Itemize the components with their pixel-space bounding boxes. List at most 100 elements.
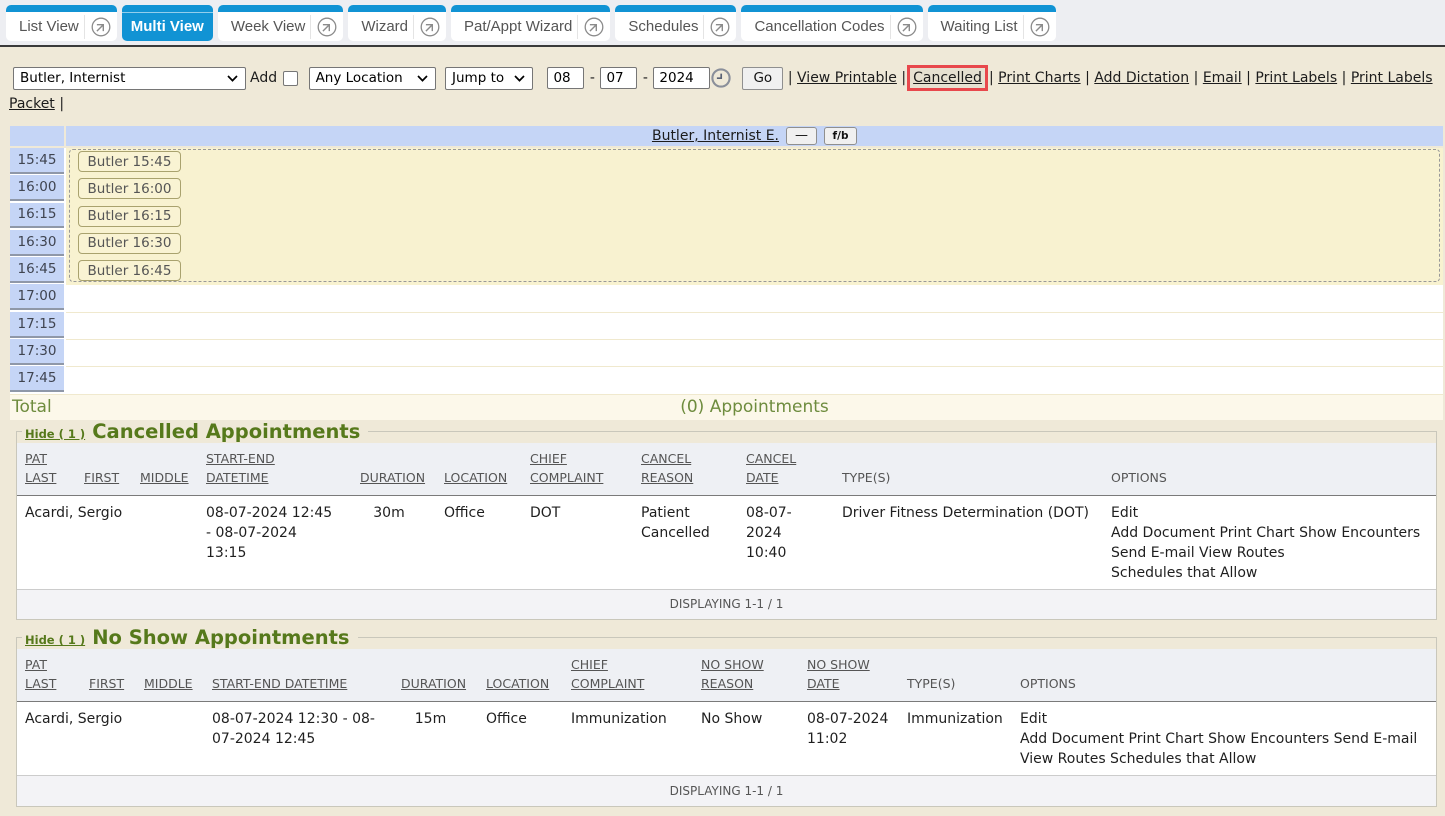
cell-noshow-date: 08-07-2024 11:02 [799,702,899,776]
add-checkbox[interactable] [283,71,298,86]
jump-to-select[interactable]: Jump to [445,67,533,90]
cell-duration: 15m [393,702,478,776]
open-in-new-window-icon[interactable] [1030,17,1050,37]
cell-noshow-reason: No Show [693,702,799,776]
clock-icon[interactable] [711,68,731,88]
sort-duration[interactable]: DURATION [360,470,425,485]
tab-cancellation-codes[interactable]: Cancellation Codes [741,5,922,41]
sort-middle[interactable]: MIDDLE [144,676,193,691]
sort-noshow-reason[interactable]: NO SHOW REASON [701,657,764,691]
open-in-new-window-icon[interactable] [897,17,917,37]
hide-noshow-link[interactable]: Hide ( 1 ) [25,633,85,647]
sort-datetime[interactable]: START-END DATETIME [212,676,347,691]
cell-cancel-date: 08-07- 2024 10:40 [738,495,834,589]
cancelled-displaying-label: DISPLAYING 1-1 / 1 [17,589,1436,619]
noshow-section-legend: Hide ( 1 ) No Show Appointments [22,626,358,649]
slot-button[interactable]: Butler 16:15 [78,206,181,227]
open-in-new-window-icon[interactable] [710,17,730,37]
location-select[interactable]: Any Location [309,67,436,90]
tab-week-view[interactable]: Week View [218,5,343,41]
slot-button[interactable]: Butler 16:30 [78,233,181,254]
slot-button[interactable]: Butler 16:00 [78,178,181,199]
sort-datetime[interactable]: START-END DATETIME [206,451,275,485]
chevron-down-icon [417,75,428,82]
sort-pat-last[interactable]: PAT LAST [25,451,56,485]
cell-datetime: 08-07-2024 12:45 - 08-07-2024 13:15 [198,495,352,589]
add-dictation-link[interactable]: Add Dictation [1094,70,1189,86]
noshow-section-title: No Show Appointments [92,626,349,649]
sort-first[interactable]: FIRST [84,470,119,485]
cell-types: Driver Fitness Determination (DOT) [834,495,1103,589]
sort-chief-complaint[interactable]: CHIEF COMPLAINT [530,451,603,485]
cancelled-link[interactable]: Cancelled [913,70,982,86]
sort-pat-last[interactable]: PAT LAST [25,657,56,691]
noshow-displaying-label: DISPLAYING 1-1 / 1 [17,776,1436,806]
print-charts-link[interactable]: Print Charts [998,70,1080,86]
date-month-input[interactable] [547,67,584,89]
col-middle: MIDDLE [136,649,204,702]
cell-options[interactable]: Edit Add Document Print Chart Show Encou… [1103,495,1436,589]
cancelled-table-header-row: PAT LAST FIRST MIDDLE START-END DATETIME… [17,443,1436,496]
date-day-input[interactable] [600,67,637,89]
provider-select[interactable]: Butler, Internist [13,67,246,90]
link-separator: | [59,96,64,112]
empty-slot-row[interactable] [66,366,1443,393]
sort-duration[interactable]: DURATION [401,676,466,691]
sort-location[interactable]: LOCATION [444,470,507,485]
chevron-down-icon [227,75,238,82]
fb-button[interactable]: f/b [824,127,857,145]
tab-waiting-list[interactable]: Waiting List [928,5,1056,41]
open-in-new-window-icon[interactable] [91,17,111,37]
time-label: 16:45 [10,257,64,283]
location-select-value: Any Location [316,65,403,91]
col-cancel-date: CANCEL DATE [738,443,834,496]
tab-list-view[interactable]: List View [6,5,117,41]
go-button[interactable]: Go [742,67,783,90]
link-separator: | [788,70,793,86]
tab-wizard[interactable]: Wizard [348,5,446,41]
empty-slot-row[interactable] [66,285,1443,312]
cell-middle [136,702,204,776]
sort-middle[interactable]: MIDDLE [140,470,189,485]
date-year-input[interactable] [653,67,710,89]
tab-label: Schedules [628,18,698,35]
tab-schedules[interactable]: Schedules [615,5,736,41]
schedule-header: Butler, Internist E. — f/b [10,126,1443,146]
open-in-new-window-icon[interactable] [317,17,337,37]
sort-cancel-reason[interactable]: CANCEL REASON [641,451,693,485]
col-types: TYPE(S) [834,443,1103,496]
available-slot-block-border: Butler 15:45 Butler 16:00 Butler 16:15 B… [69,149,1440,282]
tab-divider [890,15,891,39]
tab-label: List View [19,18,79,35]
time-column: 15:45 16:00 16:15 16:30 16:45 17:00 17:1… [10,148,64,394]
sort-cancel-date[interactable]: CANCEL DATE [746,451,796,485]
sort-location[interactable]: LOCATION [486,676,549,691]
open-in-new-window-icon[interactable] [584,17,604,37]
tab-divider [84,15,85,39]
view-printable-link[interactable]: View Printable [797,70,897,86]
email-link[interactable]: Email [1203,70,1242,86]
provider-link[interactable]: Butler, Internist E. [652,128,779,144]
noshow-table-footer: DISPLAYING 1-1 / 1 [17,776,1436,806]
sort-chief-complaint[interactable]: CHIEF COMPLAINT [571,657,644,691]
minimize-column-button[interactable]: — [786,127,817,145]
col-location: LOCATION [478,649,563,702]
tab-multi-view[interactable]: Multi View [122,5,213,41]
sort-first[interactable]: FIRST [89,676,124,691]
open-in-new-window-icon[interactable] [420,17,440,37]
slot-button[interactable]: Butler 16:45 [78,260,181,281]
cell-options[interactable]: Edit Add Document Print Chart Show Encou… [1012,702,1436,776]
link-separator: | [1342,70,1347,86]
empty-slot-row[interactable] [66,312,1443,339]
tab-label: Waiting List [941,18,1018,35]
print-labels-link[interactable]: Print Labels [1255,70,1337,86]
date-separator: - [590,70,595,86]
tab-pat-appt-wizard[interactable]: Pat/Appt Wizard [451,5,610,41]
sort-noshow-date[interactable]: NO SHOW DATE [807,657,870,691]
hide-cancelled-link[interactable]: Hide ( 1 ) [25,427,85,441]
cell-location: Office [478,702,563,776]
cell-middle [132,495,198,589]
slot-button[interactable]: Butler 15:45 [78,151,181,172]
col-duration: DURATION [393,649,478,702]
empty-slot-row[interactable] [66,339,1443,366]
